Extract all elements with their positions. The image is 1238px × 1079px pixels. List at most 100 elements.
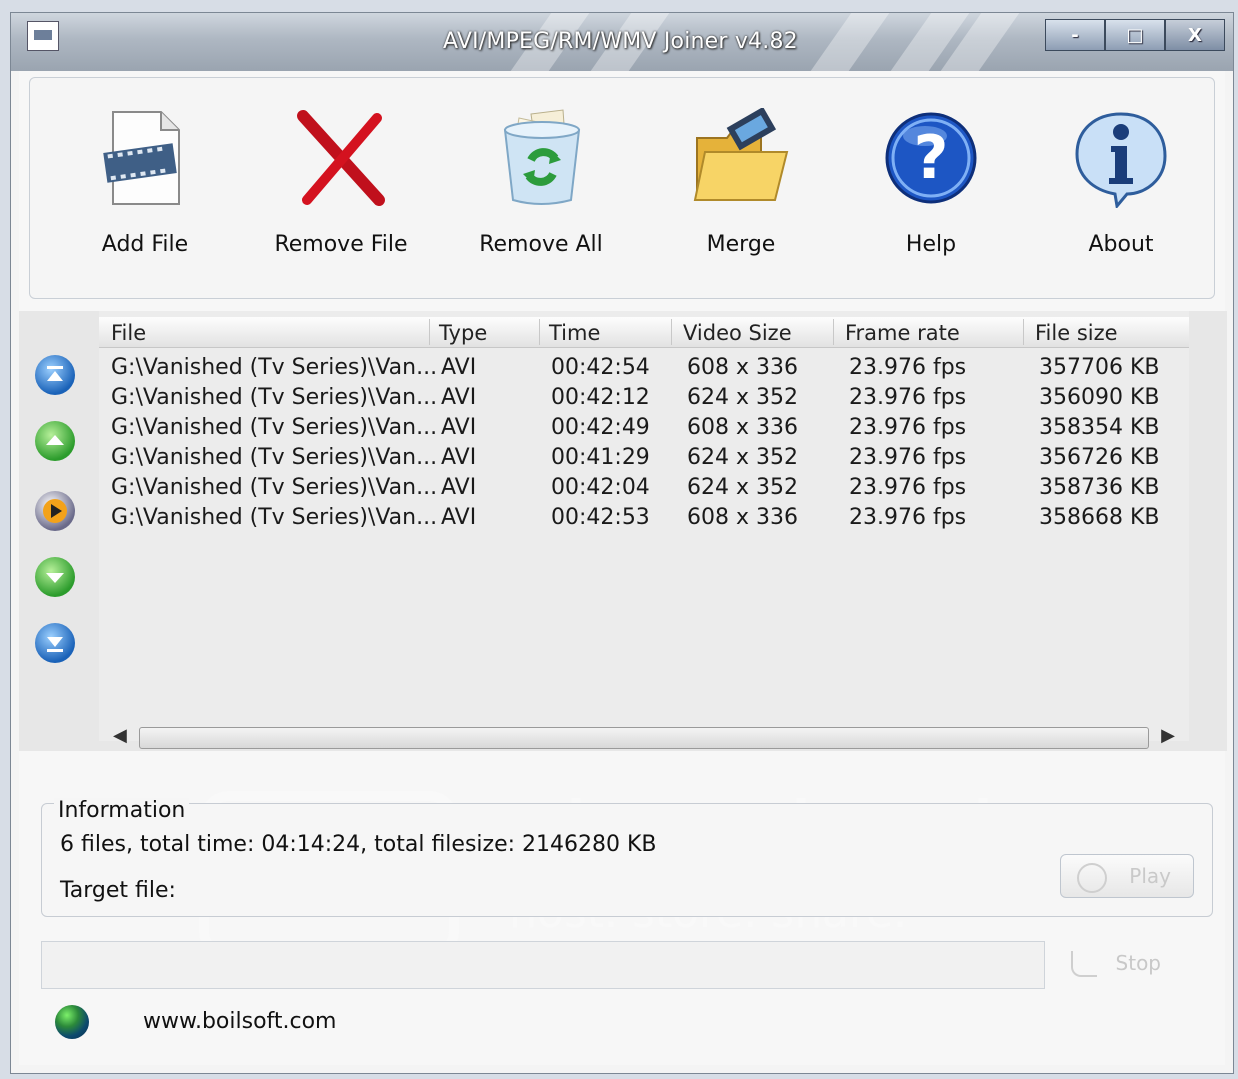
play-preview-icon[interactable] [35,491,75,531]
cell-type: AVI [441,475,477,500]
cell-frame-rate: 23.976 fps [849,445,967,470]
minimize-button[interactable]: - [1045,19,1105,51]
film-document-icon [95,108,195,208]
cell-type: AVI [441,505,477,530]
cell-frame-rate: 23.976 fps [849,355,967,380]
help-question-icon: ? [881,108,981,208]
col-time[interactable]: Time [549,321,600,345]
cell-file: G:\Vanished (Tv Series)\Van... [111,385,438,410]
stop-icon [1071,951,1097,977]
cell-file-size: 356726 KB [1039,445,1160,470]
cell-file: G:\Vanished (Tv Series)\Van... [111,415,438,440]
col-video-size[interactable]: Video Size [683,321,792,345]
information-title: Information [54,798,190,823]
cell-video-size: 624 x 352 [687,475,798,500]
cell-type: AVI [441,355,477,380]
add-file-label: Add File [101,232,189,257]
remove-all-button[interactable]: Remove All [456,98,626,278]
cell-file-size: 358668 KB [1039,505,1160,530]
about-button[interactable]: About [1036,98,1206,278]
remove-all-label: Remove All [479,232,603,257]
add-file-button[interactable]: Add File [60,98,230,278]
maximize-button[interactable]: □ [1105,19,1165,51]
play-button[interactable]: Play [1060,854,1194,898]
app-window: AVI/MPEG/RM/WMV Joiner v4.82 - □ X Add F… [10,12,1234,1074]
info-icon [1071,108,1171,210]
cell-time: 00:42:54 [551,355,650,380]
remove-file-button[interactable]: Remove File [256,98,426,278]
information-panel: Information 6 files, total time: 04:14:2… [41,798,1213,917]
col-type[interactable]: Type [439,321,487,345]
website-link[interactable]: www.boilsoft.com [143,1009,337,1034]
cell-type: AVI [441,385,477,410]
progress-bar [41,941,1045,989]
red-x-icon [291,108,391,208]
cell-frame-rate: 23.976 fps [849,415,967,440]
merge-label: Merge [706,232,776,257]
toolbar: Add File Remove File Remove All Merge ? … [29,77,1215,299]
cell-type: AVI [441,445,477,470]
folder-film-icon [691,106,791,208]
cell-time: 00:42:12 [551,385,650,410]
col-file-size[interactable]: File size [1035,321,1118,345]
horizontal-scrollbar[interactable]: ◀ ▶ [109,723,1179,749]
cell-video-size: 624 x 352 [687,385,798,410]
cell-file: G:\Vanished (Tv Series)\Van... [111,505,438,530]
stop-button[interactable]: Stop [1071,943,1171,983]
main-content: Add File Remove File Remove All Merge ? … [19,71,1227,1065]
about-label: About [1088,232,1154,257]
stop-label: Stop [1115,951,1161,975]
cell-video-size: 608 x 336 [687,415,798,440]
cell-frame-rate: 23.976 fps [849,475,967,500]
help-label: Help [905,232,957,257]
help-button[interactable]: ? Help [846,98,1016,278]
window-title: AVI/MPEG/RM/WMV Joiner v4.82 [443,29,798,54]
table-header: File Type Time Video Size Frame rate Fil… [99,317,1189,348]
remove-file-label: Remove File [274,232,408,257]
globe-icon[interactable] [55,1005,89,1039]
file-list-area: File Type Time Video Size Frame rate Fil… [19,311,1227,961]
cell-file-size: 357706 KB [1039,355,1160,380]
move-top-icon[interactable] [35,355,75,395]
close-button[interactable]: X [1165,19,1225,51]
move-up-icon[interactable] [35,421,75,461]
title-bar[interactable]: AVI/MPEG/RM/WMV Joiner v4.82 - □ X [11,13,1233,71]
cell-time: 00:41:29 [551,445,650,470]
cell-time: 00:42:04 [551,475,650,500]
table-row[interactable]: G:\Vanished (Tv Series)\Van... AVI 00:41… [99,443,1189,473]
app-icon[interactable] [27,21,59,51]
play-label: Play [1129,864,1171,888]
table-row[interactable]: G:\Vanished (Tv Series)\Van... AVI 00:42… [99,383,1189,413]
cell-video-size: 608 x 336 [687,505,798,530]
summary-text: 6 files, total time: 04:14:24, total fil… [60,832,657,857]
table-row[interactable]: G:\Vanished (Tv Series)\Van... AVI 00:42… [99,473,1189,503]
table-row[interactable]: G:\Vanished (Tv Series)\Van... AVI 00:42… [99,503,1189,533]
cell-time: 00:42:49 [551,415,650,440]
cell-file: G:\Vanished (Tv Series)\Van... [111,475,438,500]
merge-button[interactable]: Merge [656,98,826,278]
move-bottom-icon[interactable] [35,623,75,663]
col-file[interactable]: File [111,321,146,345]
file-table[interactable]: File Type Time Video Size Frame rate Fil… [99,311,1189,749]
cell-video-size: 608 x 336 [687,355,798,380]
play-icon [1077,863,1107,893]
table-row[interactable]: G:\Vanished (Tv Series)\Van... AVI 00:42… [99,413,1189,443]
target-file-label: Target file: [60,878,176,903]
recycle-bin-icon [491,108,591,208]
cell-time: 00:42:53 [551,505,650,530]
svg-text:?: ? [914,123,949,193]
scroll-left-icon[interactable]: ◀ [113,725,127,746]
cell-frame-rate: 23.976 fps [849,505,967,530]
table-row[interactable]: G:\Vanished (Tv Series)\Van... AVI 00:42… [99,353,1189,383]
col-frame-rate[interactable]: Frame rate [845,321,960,345]
scroll-right-icon[interactable]: ▶ [1161,725,1175,746]
move-down-icon[interactable] [35,557,75,597]
cell-type: AVI [441,415,477,440]
cell-file: G:\Vanished (Tv Series)\Van... [111,355,438,380]
cell-video-size: 624 x 352 [687,445,798,470]
scrollbar-thumb[interactable] [139,727,1149,749]
cell-file-size: 358736 KB [1039,475,1160,500]
cell-file-size: 358354 KB [1039,415,1160,440]
cell-file-size: 356090 KB [1039,385,1160,410]
cell-file: G:\Vanished (Tv Series)\Van... [111,445,438,470]
